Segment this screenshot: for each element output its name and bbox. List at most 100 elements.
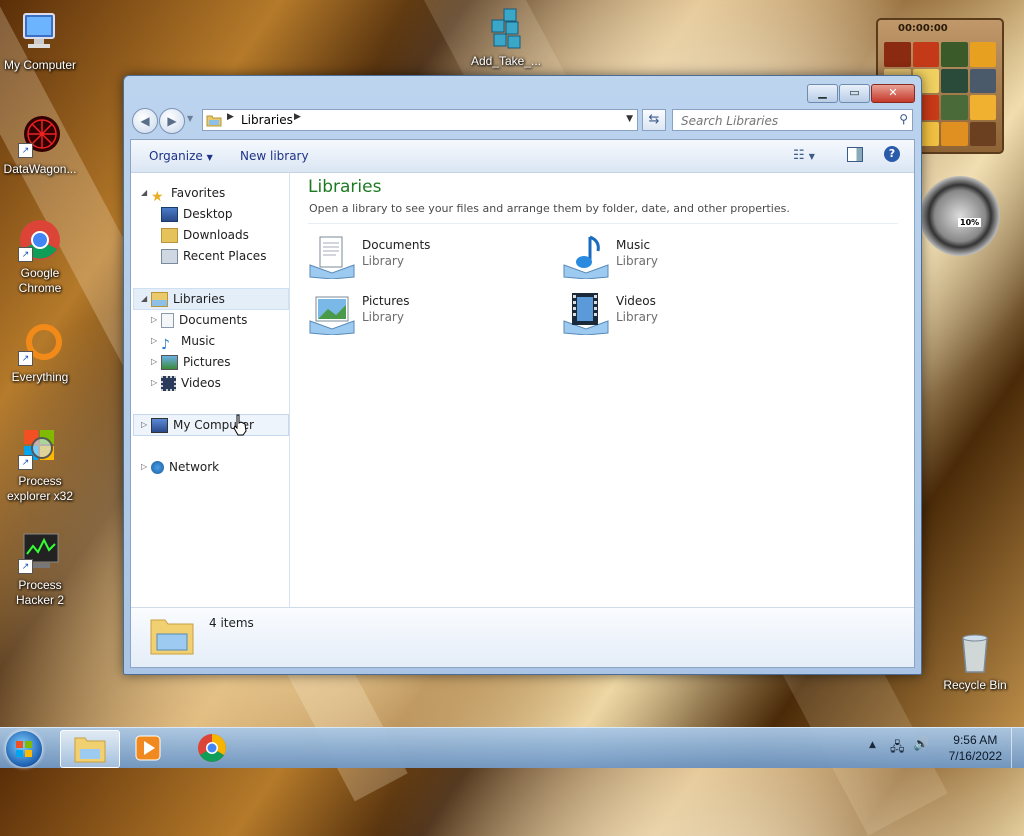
refresh-icon[interactable]: ⇆ — [642, 109, 666, 131]
library-type: Library — [362, 254, 404, 268]
help-icon[interactable]: ? — [884, 146, 900, 162]
taskbar-media-player[interactable] — [120, 730, 178, 766]
expand-arrow-icon[interactable]: ▷ — [141, 462, 147, 471]
address-bar[interactable]: ▶ Libraries ▶ ▼ — [202, 109, 638, 131]
recent-pages-chevron-icon[interactable]: ▼ — [187, 114, 193, 123]
back-button[interactable]: ◀ — [132, 108, 158, 134]
network-tray-icon[interactable]: 🖧 — [890, 738, 905, 760]
desktop-icon-label: Process Hacker 2 — [15, 578, 65, 607]
library-pictures[interactable]: Pictures Library — [308, 289, 538, 341]
recent-places-icon — [161, 249, 178, 264]
chrome-icon — [198, 734, 226, 762]
desktop-icon-google-chrome[interactable]: ↗ Google Chrome — [0, 218, 80, 296]
nav-item-music[interactable]: ♪ Music — [161, 331, 215, 353]
nav-item-downloads[interactable]: Downloads — [161, 225, 249, 245]
puzzle-timer: 00:00:00 — [898, 23, 948, 34]
library-videos[interactable]: Videos Library — [562, 289, 792, 341]
desktop-icon-label: DataWagon... — [3, 162, 77, 176]
nav-network[interactable]: Network — [151, 457, 219, 477]
desktop-icon-datawagon[interactable]: ↗ DataWagon... — [0, 114, 80, 177]
search-input[interactable] — [679, 112, 888, 130]
desktop-icon-add-take[interactable]: Add_Take_... — [466, 6, 546, 69]
volume-icon[interactable]: 🔊 — [913, 737, 929, 752]
expand-arrow-icon[interactable]: ▷ — [151, 357, 157, 366]
expand-arrow-icon[interactable]: ▷ — [151, 336, 157, 345]
expand-arrow-icon[interactable]: ▷ — [151, 378, 157, 387]
library-name: Pictures — [362, 294, 410, 308]
clock-date: 7/16/2022 — [948, 749, 1002, 763]
search-icon[interactable]: ⚲ — [899, 112, 908, 126]
library-documents[interactable]: Documents Library — [308, 233, 538, 285]
process-explorer-icon: ↗ — [18, 426, 62, 470]
desktop-icon-my-computer[interactable]: My Computer — [0, 10, 80, 73]
show-hidden-icons-icon[interactable]: ▲ — [869, 740, 876, 750]
chevron-down-icon[interactable]: ▼ — [626, 114, 633, 124]
nav-item-pictures[interactable]: Pictures — [161, 352, 231, 372]
videos-library-icon — [563, 293, 609, 335]
taskbar-chrome[interactable] — [184, 730, 242, 766]
desktop-icon-everything[interactable]: ↗ Everything — [0, 322, 80, 385]
page-title: Libraries — [308, 177, 382, 197]
cpu-meter-value: 10% — [958, 218, 982, 227]
desktop-icon-label: Add_Take_... — [470, 54, 542, 68]
clock[interactable]: 9:56 AM 7/16/2022 — [949, 732, 1002, 764]
explorer-icon — [74, 737, 106, 763]
nav-libraries[interactable]: Libraries — [151, 289, 225, 309]
music-library-icon — [563, 235, 609, 279]
breadcrumb-libraries[interactable]: Libraries — [241, 113, 293, 127]
maximize-button[interactable]: ▭ — [839, 84, 870, 103]
library-music[interactable]: Music Library — [562, 233, 792, 285]
explorer-window[interactable]: ▁ ▭ ✕ ◀ ▶ ▼ ▶ Libraries ▶ ▼ ⇆ ⚲ Organize… — [123, 75, 922, 675]
taskbar-explorer[interactable] — [60, 730, 120, 768]
desktop-icon-label: Everything — [11, 370, 69, 384]
cpu-meter-gadget[interactable]: 10% — [920, 176, 1000, 256]
expand-arrow-icon[interactable]: ◢ — [141, 294, 147, 303]
desktop-icon-process-explorer[interactable]: ↗ Process explorer x32 — [0, 426, 80, 504]
pictures-icon — [161, 355, 178, 370]
navigation-pane: ◢ ★ Favorites Desktop Downloads Recent Pl… — [131, 173, 290, 607]
minimize-button[interactable]: ▁ — [807, 84, 838, 103]
datawagon-icon: ↗ — [18, 114, 62, 158]
organize-button[interactable]: Organize ▼ — [149, 149, 213, 163]
search-box[interactable]: ⚲ — [672, 109, 913, 131]
forward-button[interactable]: ▶ — [159, 108, 185, 134]
start-button[interactable] — [6, 731, 42, 767]
media-player-icon — [135, 735, 161, 761]
command-bar: Organize ▼ New library ☷ ▼ ? — [131, 140, 914, 173]
new-library-button[interactable]: New library — [240, 149, 309, 163]
process-hacker-icon: ↗ — [18, 530, 62, 574]
preview-pane-icon[interactable] — [847, 147, 863, 162]
desktop-icon-recycle-bin[interactable]: Recycle Bin — [935, 630, 1015, 693]
nav-favorites[interactable]: ★ Favorites — [151, 183, 225, 205]
caption-buttons: ▁ ▭ ✕ — [807, 84, 915, 103]
registry-file-icon — [484, 6, 528, 50]
divider — [308, 223, 898, 224]
change-view-icon[interactable]: ☷ ▼ — [793, 148, 815, 163]
nav-item-videos[interactable]: Videos — [161, 373, 221, 393]
network-icon — [151, 461, 164, 474]
close-button[interactable]: ✕ — [871, 84, 915, 103]
desktop-icon-process-hacker[interactable]: ↗ Process Hacker 2 — [0, 530, 80, 608]
library-name: Videos — [616, 294, 656, 308]
expand-arrow-icon[interactable]: ◢ — [141, 188, 147, 197]
nav-item-recent-places[interactable]: Recent Places — [161, 246, 266, 266]
desktop-icon-label: Google Chrome — [18, 266, 62, 295]
nav-item-desktop[interactable]: Desktop — [161, 204, 233, 224]
shortcut-arrow-icon: ↗ — [18, 455, 33, 470]
breadcrumb-separator-icon[interactable]: ▶ — [294, 112, 301, 122]
page-description: Open a library to see your files and arr… — [309, 202, 790, 215]
expand-arrow-icon[interactable]: ▷ — [151, 315, 157, 324]
shortcut-arrow-icon: ↗ — [18, 559, 33, 574]
expand-arrow-icon[interactable]: ▷ — [141, 420, 147, 429]
pictures-library-icon — [309, 296, 355, 335]
show-desktop-button[interactable] — [1011, 728, 1024, 768]
libraries-folder-icon — [206, 115, 222, 127]
documents-library-icon — [309, 236, 355, 279]
breadcrumb-separator-icon[interactable]: ▶ — [227, 112, 234, 122]
chrome-icon: ↗ — [18, 218, 62, 262]
music-icon: ♪ — [161, 337, 170, 353]
everything-icon: ↗ — [18, 322, 62, 366]
nav-item-documents[interactable]: Documents — [161, 310, 247, 330]
details-pane: 4 items — [131, 607, 914, 667]
shortcut-arrow-icon: ↗ — [18, 143, 33, 158]
